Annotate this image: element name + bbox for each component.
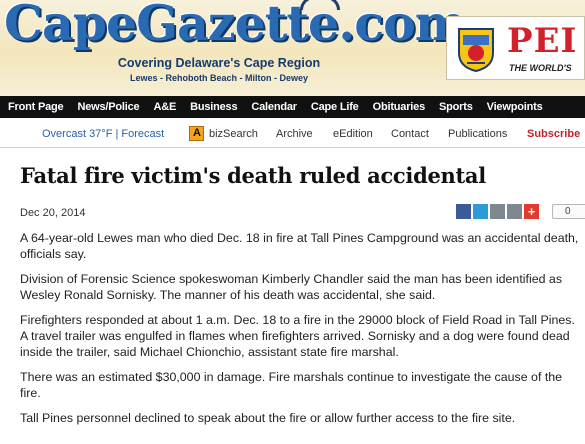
nav-viewpoints[interactable]: Viewpoints xyxy=(487,101,543,113)
article-body: A 64-year-old Lewes man who died Dec. 18… xyxy=(20,230,582,435)
publications-link[interactable]: Publications xyxy=(448,128,507,140)
site-logo[interactable]: CapeGazette.com xyxy=(4,0,467,52)
site-towns: Lewes - Rehoboth Beach - Milton - Dewey xyxy=(129,73,309,83)
contact-link[interactable]: Contact xyxy=(391,128,429,140)
article-date: Dec 20, 2014 xyxy=(20,207,86,219)
share-count: 0 xyxy=(552,204,585,219)
header-ad-banner[interactable]: PEI THE WORLD'S xyxy=(446,16,585,80)
article-paragraph: Firefighters responded at about 1 a.m. D… xyxy=(20,313,575,359)
article-paragraph: Division of Forensic Science spokeswoman… xyxy=(20,272,563,302)
email-icon[interactable] xyxy=(490,204,505,219)
bizsearch-icon[interactable] xyxy=(189,126,204,141)
main-nav: Front Page News/Police A&E Business Cale… xyxy=(0,96,585,118)
article-paragraph: Tall Pines personnel declined to speak a… xyxy=(20,411,516,425)
site-tagline: Covering Delaware's Cape Region xyxy=(117,56,321,70)
ad-subline: THE WORLD'S xyxy=(509,63,572,73)
archive-link[interactable]: Archive xyxy=(276,128,313,140)
print-icon[interactable] xyxy=(507,204,522,219)
nav-obituaries[interactable]: Obituaries xyxy=(373,101,426,113)
article-paragraph: A 64-year-old Lewes man who died Dec. 18… xyxy=(20,231,579,261)
nav-front-page[interactable]: Front Page xyxy=(8,101,64,113)
article-headline: Fatal fire victim's death ruled accident… xyxy=(20,163,486,188)
logo-swoosh xyxy=(300,0,340,10)
masthead: CapeGazette.com Covering Delaware's Cape… xyxy=(0,0,585,96)
ad-mascot-icon xyxy=(458,28,494,73)
bizsearch-link[interactable]: bizSearch xyxy=(209,128,258,140)
nav-calendar[interactable]: Calendar xyxy=(251,101,297,113)
share-buttons: + xyxy=(456,204,539,219)
twitter-icon[interactable] xyxy=(473,204,488,219)
weather-forecast-link[interactable]: Overcast 37°F | Forecast xyxy=(42,128,164,140)
facebook-icon[interactable] xyxy=(456,204,471,219)
nav-arts-entertainment[interactable]: A&E xyxy=(153,101,176,113)
nav-news-police[interactable]: News/Police xyxy=(77,101,139,113)
article-paragraph: There was an estimated $30,000 in damage… xyxy=(20,370,563,400)
nav-business[interactable]: Business xyxy=(190,101,238,113)
nav-cape-life[interactable]: Cape Life xyxy=(311,101,359,113)
add-icon[interactable]: + xyxy=(524,204,539,219)
eedition-link[interactable]: eEdition xyxy=(333,128,373,140)
subscribe-link[interactable]: Subscribe xyxy=(527,128,580,140)
nav-sports[interactable]: Sports xyxy=(439,101,473,113)
sub-nav: Overcast 37°F | Forecast bizSearch Archi… xyxy=(0,120,585,148)
ad-headline: PEI xyxy=(507,21,578,61)
